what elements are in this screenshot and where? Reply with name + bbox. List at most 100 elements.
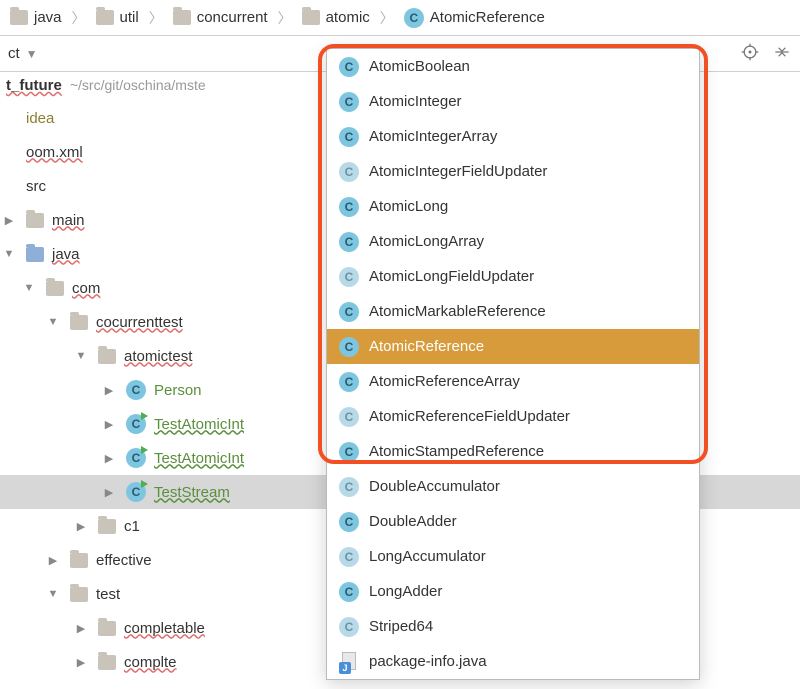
- folder-icon: [98, 519, 116, 534]
- expand-arrow-icon[interactable]: [44, 554, 62, 567]
- dropdown-item[interactable]: C AtomicLongFieldUpdater: [327, 259, 699, 294]
- dropdown-item-label: AtomicIntegerArray: [369, 128, 497, 145]
- chevron-right-icon: 〉: [70, 8, 88, 28]
- tree-label: TestAtomicInt: [154, 450, 244, 467]
- class-icon: C: [339, 617, 359, 637]
- dropdown-item-label: DoubleAccumulator: [369, 478, 500, 495]
- dropdown-item[interactable]: Jpackage-info.java: [327, 644, 699, 679]
- collapse-arrow-icon[interactable]: [0, 248, 18, 260]
- class-icon: C: [404, 8, 424, 28]
- tree-label: test: [96, 586, 120, 603]
- class-icon: C: [126, 380, 146, 400]
- collapse-arrow-icon[interactable]: [44, 588, 62, 600]
- folder-icon: [10, 10, 28, 25]
- expand-arrow-icon[interactable]: [72, 656, 90, 669]
- breadcrumb-label: util: [120, 9, 139, 26]
- folder-icon: [302, 10, 320, 25]
- folder-icon: [98, 655, 116, 670]
- collapse-all-icon[interactable]: [772, 42, 792, 66]
- class-icon: C: [339, 582, 359, 602]
- project-root-path: ~/src/git/oschina/mste: [70, 77, 206, 93]
- tree-label: oom.xml: [26, 144, 83, 161]
- dropdown-item[interactable]: C LongAdder: [327, 574, 699, 609]
- dropdown-item[interactable]: C Striped64: [327, 609, 699, 644]
- collapse-arrow-icon[interactable]: [20, 282, 38, 294]
- breadcrumb: java 〉 util 〉 concurrent 〉 atomic 〉 C At…: [0, 0, 800, 36]
- breadcrumb-label: atomic: [326, 9, 370, 26]
- expand-arrow-icon[interactable]: [72, 622, 90, 635]
- chevron-right-icon: 〉: [378, 8, 396, 28]
- view-selector-label: ct: [8, 45, 20, 62]
- class-icon: C: [339, 267, 359, 287]
- tree-label: idea: [26, 110, 54, 127]
- class-icon: C: [339, 197, 359, 217]
- class-icon: C: [339, 407, 359, 427]
- folder-icon: [46, 281, 64, 296]
- dropdown-item[interactable]: CAtomicBoolean: [327, 49, 699, 84]
- tree-label: complte: [124, 654, 177, 671]
- class-icon: C: [339, 127, 359, 147]
- dropdown-item-label: AtomicReferenceFieldUpdater: [369, 408, 570, 425]
- java-file-icon: J: [339, 652, 359, 672]
- tree-label: Person: [154, 382, 202, 399]
- dropdown-item[interactable]: C AtomicIntegerArray: [327, 119, 699, 154]
- breadcrumb-item-class[interactable]: C AtomicReference: [398, 6, 551, 30]
- dropdown-item[interactable]: C AtomicLong: [327, 189, 699, 224]
- expand-arrow-icon[interactable]: [100, 486, 118, 499]
- expand-arrow-icon[interactable]: [72, 520, 90, 533]
- dropdown-item[interactable]: CAtomicStampedReference: [327, 434, 699, 469]
- expand-arrow-icon[interactable]: [100, 418, 118, 431]
- breadcrumb-item-util[interactable]: util: [90, 7, 145, 28]
- class-icon: C: [339, 57, 359, 77]
- tree-label: atomictest: [124, 348, 192, 365]
- collapse-arrow-icon[interactable]: [44, 316, 62, 328]
- class-icon: C: [339, 92, 359, 112]
- dropdown-item[interactable]: CAtomicReferenceArray: [327, 364, 699, 399]
- dropdown-item[interactable]: C AtomicReference: [327, 329, 699, 364]
- tree-label: TestAtomicInt: [154, 416, 244, 433]
- breadcrumb-label: java: [34, 9, 62, 26]
- class-icon: C: [339, 337, 359, 357]
- dropdown-item-label: AtomicLongFieldUpdater: [369, 268, 534, 285]
- dropdown-item-label: AtomicInteger: [369, 93, 462, 110]
- class-icon: C: [339, 512, 359, 532]
- breadcrumb-label: AtomicReference: [430, 9, 545, 26]
- folder-icon: [26, 213, 44, 228]
- class-dropdown-panel: CAtomicBooleanCAtomicIntegerCAtomicInteg…: [326, 48, 700, 680]
- folder-icon: [173, 10, 191, 25]
- dropdown-item[interactable]: CAtomicMarkableReference: [327, 294, 699, 329]
- tree-label: c1: [124, 518, 140, 535]
- folder-icon: [70, 553, 88, 568]
- dropdown-item-label: LongAccumulator: [369, 548, 486, 565]
- dropdown-item[interactable]: C DoubleAccumulator: [327, 469, 699, 504]
- expand-arrow-icon[interactable]: [0, 214, 18, 227]
- class-icon: C: [339, 372, 359, 392]
- dropdown-item-label: AtomicLong: [369, 198, 448, 215]
- breadcrumb-item-java[interactable]: java: [4, 7, 68, 28]
- view-selector[interactable]: ct ▼: [8, 45, 38, 62]
- expand-arrow-icon[interactable]: [100, 384, 118, 397]
- class-runnable-icon: C: [126, 414, 146, 434]
- folder-icon: [70, 315, 88, 330]
- chevron-right-icon: 〉: [276, 8, 294, 28]
- folder-icon: [26, 247, 44, 262]
- tree-label: src: [26, 178, 46, 195]
- tree-label: java: [52, 246, 80, 263]
- dropdown-item-label: AtomicReference: [369, 338, 484, 355]
- dropdown-item[interactable]: CAtomicLongArray: [327, 224, 699, 259]
- breadcrumb-item-atomic[interactable]: atomic: [296, 7, 376, 28]
- dropdown-item[interactable]: CDoubleAdder: [327, 504, 699, 539]
- dropdown-item[interactable]: CLongAccumulator: [327, 539, 699, 574]
- dropdown-item[interactable]: C AtomicReferenceFieldUpdater: [327, 399, 699, 434]
- class-icon: C: [339, 477, 359, 497]
- dropdown-item-label: Striped64: [369, 618, 433, 635]
- collapse-arrow-icon[interactable]: [72, 350, 90, 362]
- expand-arrow-icon[interactable]: [100, 452, 118, 465]
- breadcrumb-item-concurrent[interactable]: concurrent: [167, 7, 274, 28]
- dropdown-item-label: LongAdder: [369, 583, 442, 600]
- folder-icon: [98, 621, 116, 636]
- dropdown-item[interactable]: CAtomicIntegerFieldUpdater: [327, 154, 699, 189]
- chevron-right-icon: 〉: [147, 8, 165, 28]
- locate-icon[interactable]: [740, 42, 760, 66]
- dropdown-item[interactable]: C AtomicInteger: [327, 84, 699, 119]
